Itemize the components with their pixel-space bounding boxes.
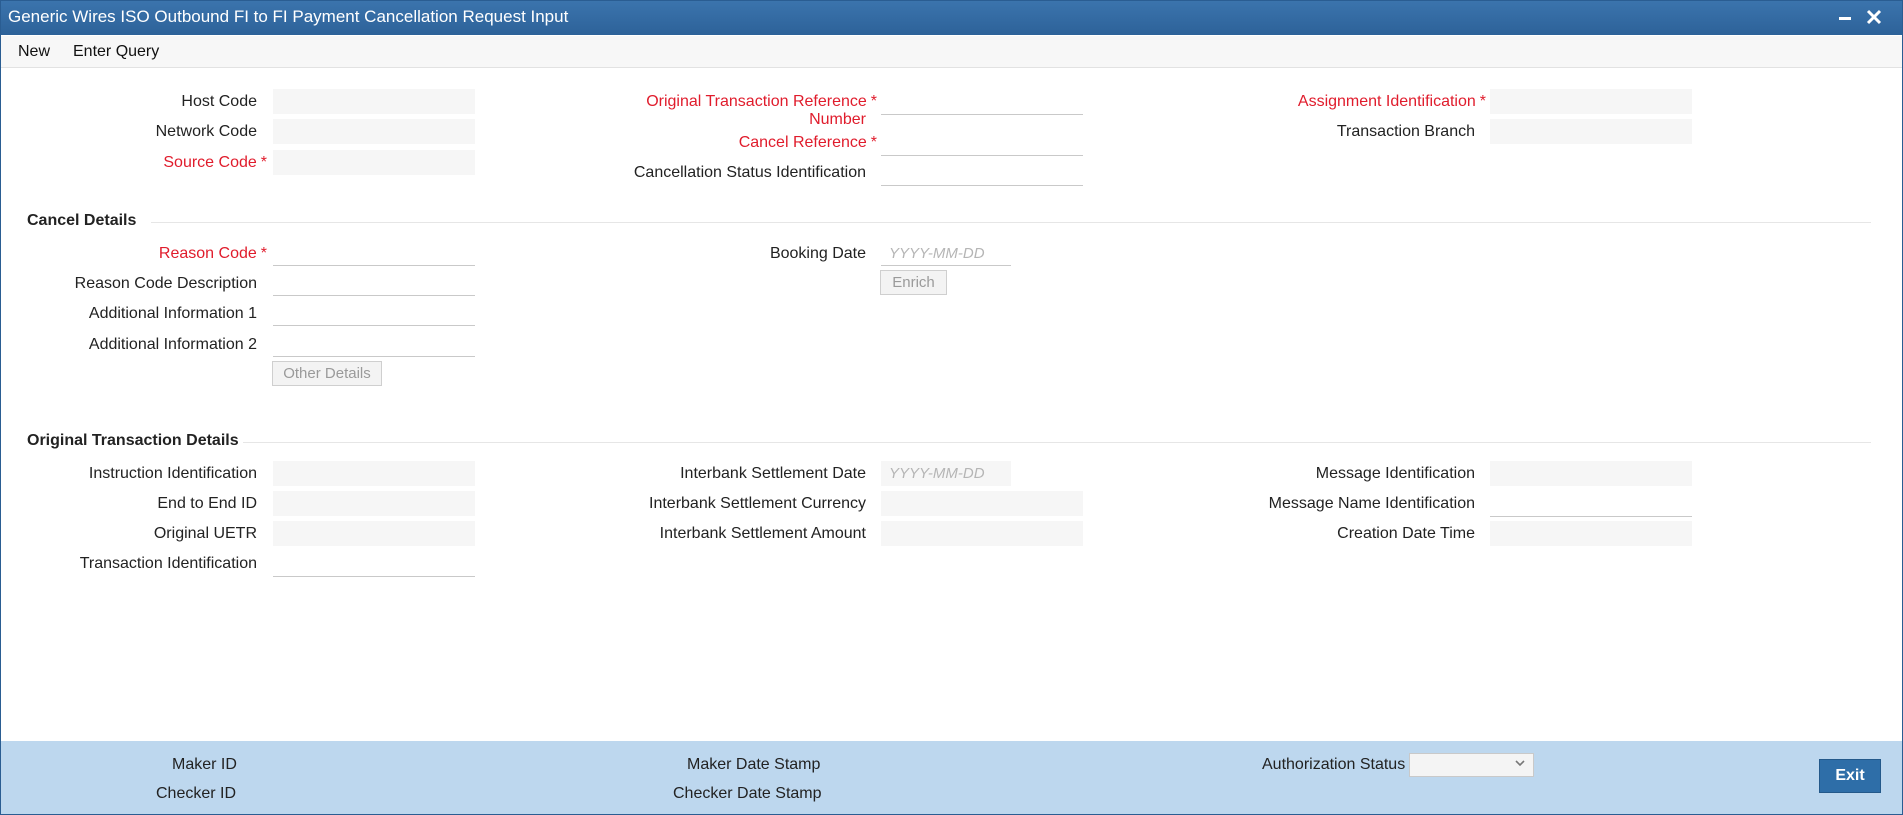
assignment-identification-label-text: Assignment Identification — [1297, 93, 1476, 110]
required-marker: * — [260, 154, 267, 171]
other-details-button[interactable]: Other Details — [272, 361, 382, 386]
additional-information-2-label: Additional Information 2 — [88, 336, 257, 353]
transaction-branch-input[interactable] — [1490, 119, 1692, 144]
network-code-input[interactable] — [273, 119, 475, 144]
end-to-end-id-label: End to End ID — [157, 495, 257, 512]
source-code-label-text: Source Code — [163, 154, 257, 171]
network-code-label: Network Code — [155, 123, 257, 140]
creation-date-time-input[interactable] — [1490, 521, 1692, 546]
original-uetr-label: Original UETR — [153, 525, 257, 542]
instruction-identification-input[interactable] — [273, 461, 475, 486]
audit-footer: Maker ID Checker ID Maker Date Stamp Che… — [1, 741, 1902, 814]
required-marker: * — [260, 245, 267, 262]
maker-id-label: Maker ID — [172, 756, 237, 773]
host-code-label: Host Code — [181, 93, 257, 110]
required-marker: * — [870, 93, 877, 110]
menu-new[interactable]: New — [18, 43, 50, 61]
cancel-reference-input[interactable] — [881, 131, 1083, 156]
cancel-reference-label: Cancel Reference * — [739, 134, 877, 152]
additional-information-1-input[interactable] — [273, 301, 475, 326]
message-identification-input[interactable] — [1490, 461, 1692, 486]
interbank-settlement-date-label: Interbank Settlement Date — [680, 465, 866, 482]
section-divider — [243, 442, 1871, 443]
message-name-identification-input[interactable] — [1490, 492, 1692, 517]
cancel-details-heading: Cancel Details — [27, 212, 137, 229]
title-bar: Generic Wires ISO Outbound FI to FI Paym… — [1, 1, 1902, 35]
transaction-identification-label: Transaction Identification — [79, 555, 257, 572]
assignment-identification-label: Assignment Identification * — [1298, 93, 1486, 111]
assignment-identification-input[interactable] — [1490, 89, 1692, 114]
interbank-settlement-amount-label: Interbank Settlement Amount — [659, 525, 866, 542]
checker-id-label: Checker ID — [156, 785, 237, 802]
message-name-identification-label: Message Name Identification — [1268, 495, 1475, 512]
interbank-settlement-currency-input[interactable] — [881, 491, 1083, 516]
section-divider — [151, 222, 1871, 223]
cancellation-status-id-input[interactable] — [881, 161, 1083, 186]
booking-date-input[interactable] — [881, 241, 1011, 266]
checker-date-stamp-label: Checker Date Stamp — [673, 785, 822, 802]
authorization-status-label: Authorization Status — [1262, 756, 1406, 773]
original-transaction-details-heading: Original Transaction Details — [27, 432, 239, 449]
original-transaction-reference-label: Original Transaction Reference * — [646, 93, 877, 111]
required-marker: * — [870, 134, 877, 151]
host-code-input[interactable] — [273, 89, 475, 114]
reason-code-description-label: Reason Code Description — [74, 275, 257, 292]
original-uetr-input[interactable] — [273, 521, 475, 546]
interbank-settlement-date-input[interactable] — [881, 461, 1011, 486]
original-transaction-reference-label-line2: Number — [809, 111, 866, 128]
required-marker: * — [1479, 93, 1486, 110]
minimize-icon[interactable] — [1834, 6, 1856, 28]
authorization-status-select[interactable] — [1409, 753, 1534, 777]
menu-enter-query[interactable]: Enter Query — [73, 43, 159, 61]
menu-bar: New Enter Query — [1, 36, 1902, 68]
chevron-down-icon — [1513, 756, 1527, 773]
booking-date-label: Booking Date — [769, 245, 866, 262]
maker-date-stamp-label: Maker Date Stamp — [687, 756, 821, 773]
transaction-branch-label: Transaction Branch — [1336, 123, 1475, 140]
transaction-identification-input[interactable] — [273, 552, 475, 577]
instruction-identification-label: Instruction Identification — [88, 465, 257, 482]
source-code-label: Source Code * — [163, 154, 267, 172]
cancellation-status-id-label: Cancellation Status Identification — [633, 164, 866, 181]
window-title: Generic Wires ISO Outbound FI to FI Paym… — [8, 7, 569, 26]
cancel-reference-label-text: Cancel Reference — [738, 134, 867, 151]
reason-code-description-input[interactable] — [273, 271, 475, 296]
close-icon[interactable] — [1863, 6, 1885, 28]
interbank-settlement-amount-input[interactable] — [881, 521, 1083, 546]
payment-cancellation-window: Generic Wires ISO Outbound FI to FI Paym… — [0, 0, 1903, 815]
reason-code-label-text: Reason Code — [158, 245, 257, 262]
reason-code-input[interactable] — [273, 241, 475, 266]
end-to-end-id-input[interactable] — [273, 491, 475, 516]
message-identification-label: Message Identification — [1315, 465, 1475, 482]
creation-date-time-label: Creation Date Time — [1337, 525, 1475, 542]
interbank-settlement-currency-label: Interbank Settlement Currency — [649, 495, 866, 512]
additional-information-2-input[interactable] — [273, 332, 475, 357]
additional-information-1-label: Additional Information 1 — [88, 305, 257, 322]
original-transaction-reference-input[interactable] — [881, 90, 1083, 115]
exit-button[interactable]: Exit — [1819, 759, 1881, 793]
source-code-input[interactable] — [273, 150, 475, 175]
enrich-button[interactable]: Enrich — [880, 270, 947, 295]
reason-code-label: Reason Code * — [159, 245, 267, 263]
original-transaction-reference-label-text: Original Transaction Reference — [646, 93, 867, 110]
